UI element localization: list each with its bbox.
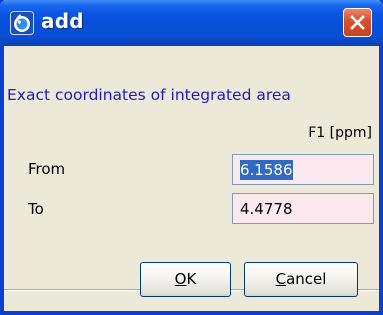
form-heading: Exact coordinates of integrated area [7, 86, 291, 104]
cancel-label-rest: ancel [286, 270, 327, 288]
ok-mnemonic: O [174, 270, 187, 288]
app-icon [10, 11, 34, 35]
column-header-f1: F1 [ppm] [308, 125, 372, 141]
to-input[interactable]: 4.4778 [232, 193, 374, 224]
add-dialog: add Exact coordinates of integrated area… [0, 0, 383, 315]
cancel-mnemonic: C [275, 270, 287, 288]
title-bar[interactable]: add [0, 0, 383, 46]
close-button[interactable] [343, 8, 372, 37]
cancel-button[interactable]: Cancel [244, 262, 358, 297]
ok-label-rest: K [186, 270, 197, 288]
window-title: add [41, 9, 84, 33]
from-label: From [28, 160, 66, 178]
from-value: 6.1586 [240, 160, 293, 180]
ok-button[interactable]: OK [140, 262, 231, 297]
from-input[interactable]: 6.1586 [232, 154, 374, 185]
close-icon [350, 15, 365, 30]
to-value: 4.4778 [240, 200, 293, 218]
to-label: To [28, 200, 44, 218]
